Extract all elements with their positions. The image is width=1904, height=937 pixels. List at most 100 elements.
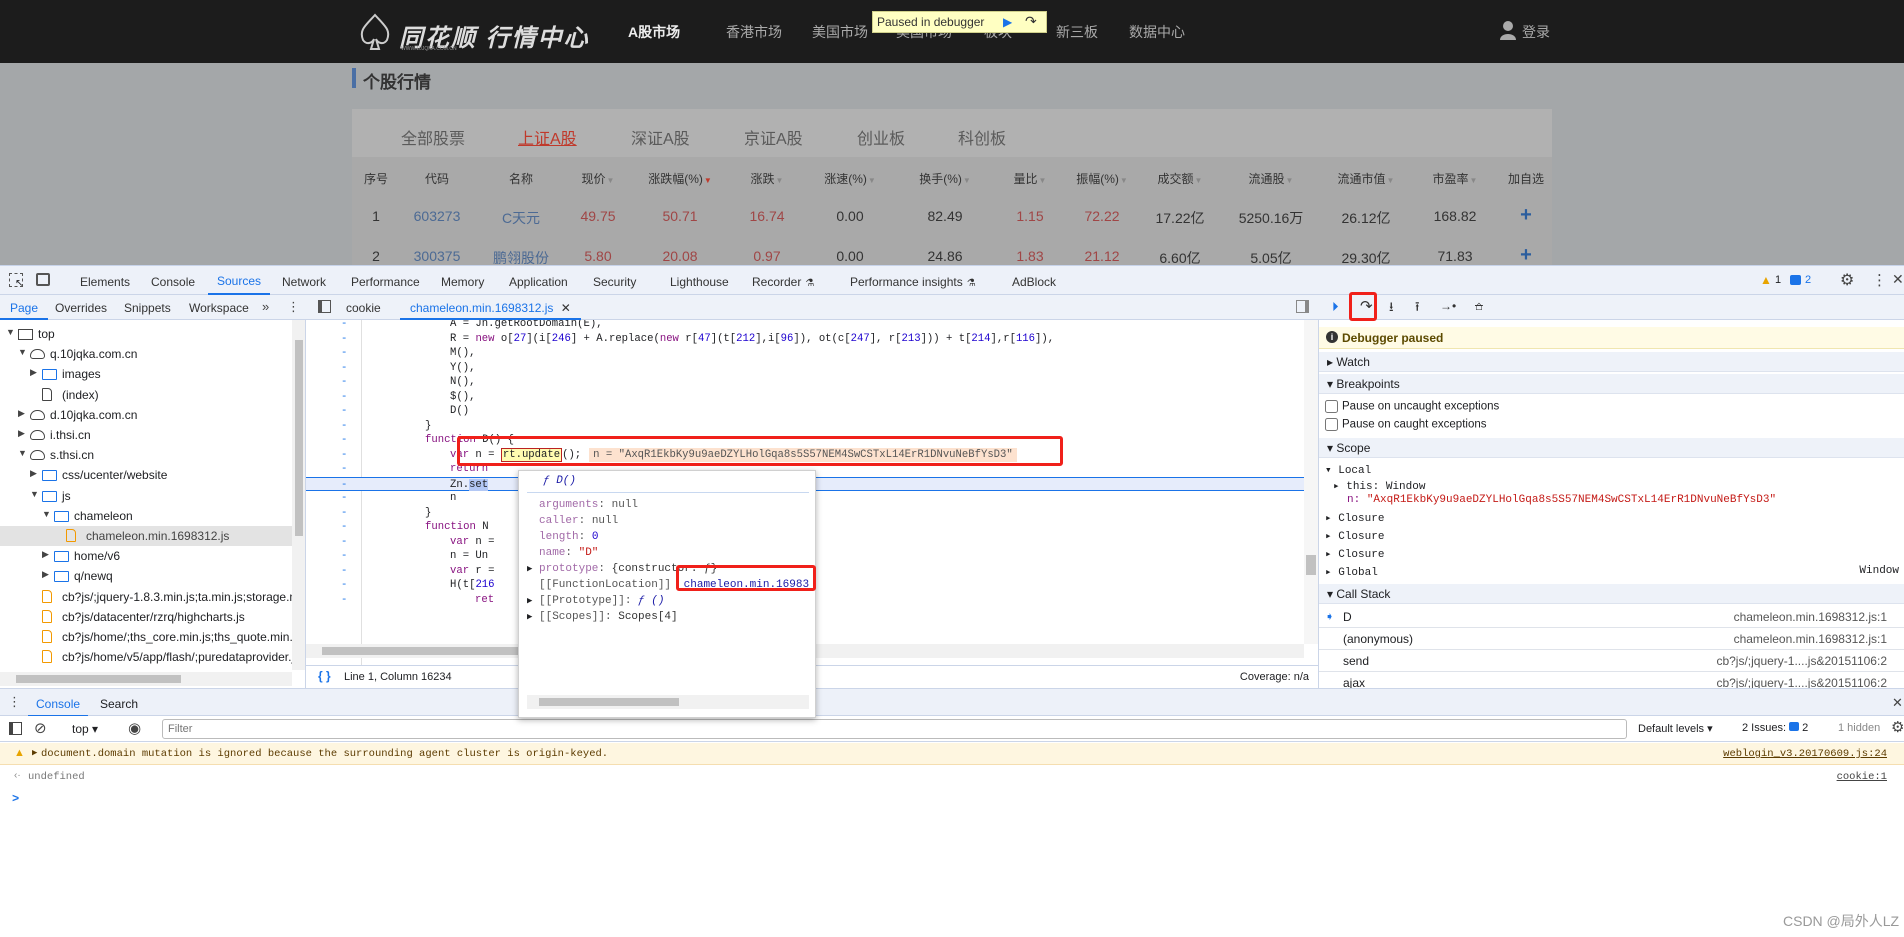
line-gutter-mark[interactable]: - (341, 535, 347, 550)
console-input[interactable] (28, 790, 1888, 808)
column-header[interactable]: 涨跌幅(%)▼ (648, 170, 712, 187)
device-toolbar-icon[interactable] (36, 273, 50, 286)
editor-tab-cookie[interactable]: cookie (346, 301, 381, 315)
column-header[interactable]: 振幅(%)▼ (1076, 170, 1128, 187)
add-favorite-button[interactable]: + (1520, 244, 1532, 267)
drawer-menu-icon[interactable]: ⋮ (8, 694, 21, 710)
inspect-element-icon[interactable]: ↖ (9, 273, 23, 289)
warnings-icon[interactable]: ▲ (1760, 273, 1772, 287)
show-sidebar-icon[interactable] (9, 722, 22, 735)
watch-section[interactable]: ▸ Watch (1319, 352, 1904, 372)
collapsed-arrow-icon[interactable]: ▶ (18, 428, 25, 439)
issues-button[interactable]: 2 Issues: 2 (1742, 722, 1808, 734)
expanded-arrow-icon[interactable]: ▼ (18, 448, 27, 458)
expand-arrow-icon[interactable]: ▶ (527, 612, 532, 622)
nav-data-center[interactable]: 数据中心 (1129, 22, 1185, 42)
devtools-tab-performance[interactable]: Performance (351, 275, 420, 289)
collapsed-arrow-icon[interactable]: ▶ (30, 468, 37, 479)
toggle-debugger-icon[interactable] (1296, 300, 1309, 313)
scope-closure-1[interactable]: ▸ Closure (1325, 511, 1384, 525)
column-header[interactable]: 成交额▼ (1158, 170, 1203, 187)
result-source-link[interactable]: cookie:1 (1837, 771, 1887, 783)
tree-item[interactable]: cb?js/datacenter/rzrq/highcharts.js (0, 607, 292, 627)
collapsed-arrow-icon[interactable]: ▶ (42, 549, 49, 560)
pause-uncaught-checkbox[interactable] (1325, 400, 1338, 413)
column-header[interactable]: 换手(%)▼ (919, 170, 971, 187)
tree-item[interactable]: ▼ q.10jqka.com.cn (0, 344, 292, 364)
collapsed-arrow-icon[interactable]: ▶ (30, 367, 37, 378)
tree-item[interactable]: ▶ d.10jqka.com.cn (0, 405, 292, 425)
line-gutter-mark[interactable]: - (341, 593, 347, 608)
stock-code-link[interactable]: 300375 (414, 248, 461, 264)
tree-item[interactable]: ▼ chameleon (0, 506, 292, 526)
step-button[interactable]: →• (1440, 299, 1456, 313)
line-gutter-mark[interactable]: - (341, 491, 347, 506)
line-gutter-mark[interactable]: - (341, 375, 347, 390)
login-link[interactable]: 登录 (1522, 22, 1550, 42)
devtools-tab-recorder[interactable]: Recorder ⚗ (752, 275, 814, 289)
pause-caught-row[interactable]: Pause on caught exceptions (1325, 418, 1487, 431)
market-tab[interactable]: 科创板 (958, 125, 1006, 149)
line-gutter-mark[interactable]: - (341, 506, 347, 521)
market-tab[interactable]: 创业板 (857, 125, 905, 149)
market-tab[interactable]: 深证A股 (631, 125, 690, 149)
tree-item[interactable]: ▶ images (0, 364, 292, 384)
tree-item[interactable]: cb?js/home/;ths_core.min.js;ths_quote.mi… (0, 627, 301, 647)
line-gutter-mark[interactable]: - (341, 433, 347, 448)
step-out-button[interactable]: ⭱ (1415, 298, 1420, 320)
sort-icon[interactable]: ▼ (1387, 176, 1395, 185)
sort-icon[interactable]: ▼ (607, 176, 615, 185)
scope-this[interactable]: ▸ this: Window (1333, 479, 1425, 493)
devtools-tab-network[interactable]: Network (282, 275, 326, 289)
column-header[interactable]: 流通股▼ (1249, 170, 1294, 187)
collapsed-arrow-icon[interactable]: ▶ (42, 569, 49, 580)
devtools-tab-sources[interactable]: Sources (208, 266, 271, 295)
scope-local[interactable]: ▾ Local (1325, 463, 1371, 477)
market-tab[interactable]: 上证A股 (518, 125, 577, 149)
issues-icon[interactable] (1790, 275, 1801, 285)
tree-item[interactable]: chameleon.min.1698312.js (0, 526, 292, 546)
toggle-navigator-icon[interactable] (318, 300, 331, 313)
pause-uncaught-row[interactable]: Pause on uncaught exceptions (1325, 400, 1499, 413)
popover-property[interactable]: ▶ [[Scopes]]: Scopes[4] (527, 611, 678, 623)
navigator-menu-icon[interactable]: ⋮ (287, 299, 300, 315)
scope-global[interactable]: ▸ Global Window (1325, 565, 1899, 579)
sort-icon[interactable]: ▼ (704, 176, 712, 185)
column-header[interactable]: 流通市值▼ (1338, 170, 1395, 187)
devtools-tab-performance-insights[interactable]: Performance insights ⚗ (850, 275, 976, 289)
more-options-icon[interactable]: ⋮ (1872, 271, 1887, 289)
expanded-arrow-icon[interactable]: ▼ (18, 347, 27, 357)
tree-item[interactable]: ▼ top (0, 324, 292, 344)
column-header[interactable]: 涨速(%)▼ (824, 170, 876, 187)
line-gutter-mark[interactable]: - (341, 549, 347, 564)
market-tab[interactable]: 京证A股 (744, 125, 803, 149)
expanded-arrow-icon[interactable]: ▼ (30, 489, 39, 499)
pause-caught-checkbox[interactable] (1325, 418, 1338, 431)
devtools-tab-lighthouse[interactable]: Lighthouse (670, 275, 729, 289)
sort-icon[interactable]: ▼ (1195, 176, 1203, 185)
tree-item[interactable]: cb?js/;jquery-1.8.3.min.js;ta.min.js;sto… (0, 587, 305, 607)
nav-us[interactable]: 美国市场 (812, 22, 868, 42)
navigator-tab-overrides[interactable]: Overrides (55, 301, 107, 315)
line-gutter-mark[interactable]: - (341, 390, 347, 405)
line-gutter-mark[interactable]: - (341, 361, 347, 376)
sort-icon[interactable]: ▼ (1470, 176, 1478, 185)
console-settings-icon[interactable]: ⚙ (1891, 718, 1904, 736)
line-gutter-mark[interactable]: - (341, 564, 347, 579)
popover-property[interactable]: ▶ [[Prototype]]: ƒ () (527, 595, 664, 607)
step-over-icon[interactable]: ↷ (1025, 13, 1037, 30)
live-expression-eye-icon[interactable]: ◉ (128, 719, 141, 737)
step-into-button[interactable]: ⭳ (1389, 298, 1394, 320)
navigator-hscrollbar[interactable] (0, 672, 292, 686)
nav-a-shares[interactable]: A股市场 (628, 22, 680, 42)
expand-warning-icon[interactable]: ▶ (32, 748, 37, 758)
line-gutter-mark[interactable]: - (341, 404, 347, 419)
navigator-tab-workspace[interactable]: Workspace (189, 301, 249, 315)
line-gutter-mark[interactable]: - (341, 462, 347, 477)
devtools-tab-adblock[interactable]: AdBlock (1012, 275, 1056, 289)
call-stack-section[interactable]: ▾ Call Stack (1319, 584, 1904, 604)
tree-item[interactable]: ▶ i.thsi.cn (0, 425, 292, 445)
scope-closure-3[interactable]: ▸ Closure (1325, 547, 1384, 561)
deactivate-breakpoints-button[interactable]: ⌂ (1475, 298, 1483, 313)
more-tabs-icon[interactable]: » (262, 299, 269, 314)
